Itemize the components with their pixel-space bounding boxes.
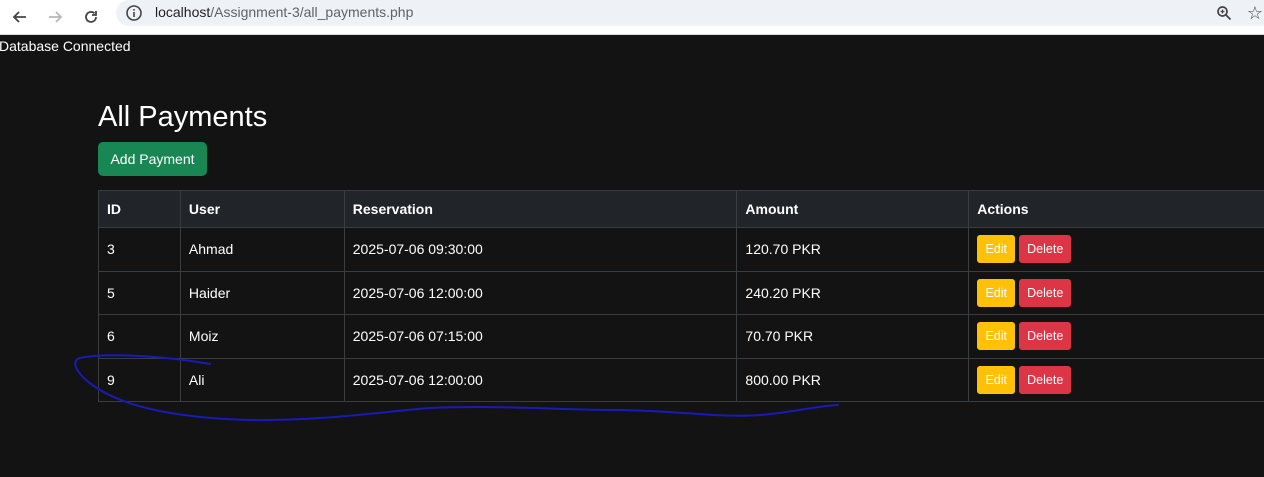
table-row: 9 Ali 2025-07-06 12:00:00 800.00 PKR Edi… [98, 357, 1264, 402]
payments-table: ID User Reservation Amount Actions 3 Ahm… [98, 190, 1264, 402]
header-amount: Amount [736, 190, 970, 228]
edit-button[interactable]: Edit [977, 278, 1016, 307]
page-content: Database Connected All Payments Add Paym… [0, 35, 1264, 477]
cell-amount: 70.70 PKR [736, 314, 970, 359]
cell-id: 3 [98, 227, 181, 272]
page-title: All Payments [98, 101, 268, 133]
back-arrow-icon[interactable] [7, 4, 33, 30]
table-row: 3 Ahmad 2025-07-06 09:30:00 120.70 PKR E… [98, 227, 1264, 272]
table-row: 5 Haider 2025-07-06 12:00:00 240.20 PKR … [98, 270, 1264, 315]
zoom-icon[interactable] [1212, 1, 1236, 25]
header-user: User [179, 190, 345, 228]
cell-id: 6 [98, 314, 181, 359]
cell-user: Moiz [179, 314, 345, 359]
cell-reservation: 2025-07-06 12:00:00 [343, 357, 738, 402]
reload-icon[interactable] [78, 4, 104, 30]
browser-toolbar: localhost/Assignment-3/all_payments.php … [0, 0, 1264, 35]
table-row: 6 Moiz 2025-07-06 07:15:00 70.70 PKR Edi… [98, 314, 1264, 359]
cell-reservation: 2025-07-06 09:30:00 [343, 227, 738, 272]
cell-actions: Edit Delete [968, 357, 1264, 402]
cell-actions: Edit Delete [968, 314, 1264, 359]
cell-amount: 120.70 PKR [736, 227, 970, 272]
edit-button[interactable]: Edit [977, 322, 1016, 351]
url-text[interactable]: localhost/Assignment-3/all_payments.php [155, 4, 413, 20]
cell-amount: 800.00 PKR [736, 357, 970, 402]
cell-id: 5 [98, 270, 181, 315]
delete-button[interactable]: Delete [1019, 365, 1072, 394]
table-header-row: ID User Reservation Amount Actions [98, 190, 1264, 228]
cell-actions: Edit Delete [968, 227, 1264, 272]
cell-user: Ali [179, 357, 345, 402]
header-id: ID [98, 190, 181, 228]
db-status-text: Database Connected [0, 38, 131, 54]
add-payment-button[interactable]: Add Payment [98, 142, 207, 176]
bookmark-star-icon[interactable]: ☆ [1243, 1, 1264, 25]
cell-id: 9 [98, 357, 181, 402]
header-actions: Actions [968, 190, 1264, 228]
cell-actions: Edit Delete [968, 270, 1264, 315]
cell-user: Haider [179, 270, 345, 315]
url-host: localhost [155, 4, 211, 20]
header-reservation: Reservation [343, 190, 738, 228]
cell-reservation: 2025-07-06 07:15:00 [343, 314, 738, 359]
url-path: /Assignment-3/all_payments.php [210, 4, 414, 20]
site-info-icon[interactable] [123, 2, 145, 24]
cell-reservation: 2025-07-06 12:00:00 [343, 270, 738, 315]
delete-button[interactable]: Delete [1019, 322, 1072, 351]
forward-arrow-icon[interactable] [42, 4, 68, 30]
cell-user: Ahmad [179, 227, 345, 272]
delete-button[interactable]: Delete [1019, 278, 1072, 307]
edit-button[interactable]: Edit [977, 235, 1016, 264]
delete-button[interactable]: Delete [1019, 235, 1072, 264]
cell-amount: 240.20 PKR [736, 270, 970, 315]
edit-button[interactable]: Edit [977, 365, 1016, 394]
